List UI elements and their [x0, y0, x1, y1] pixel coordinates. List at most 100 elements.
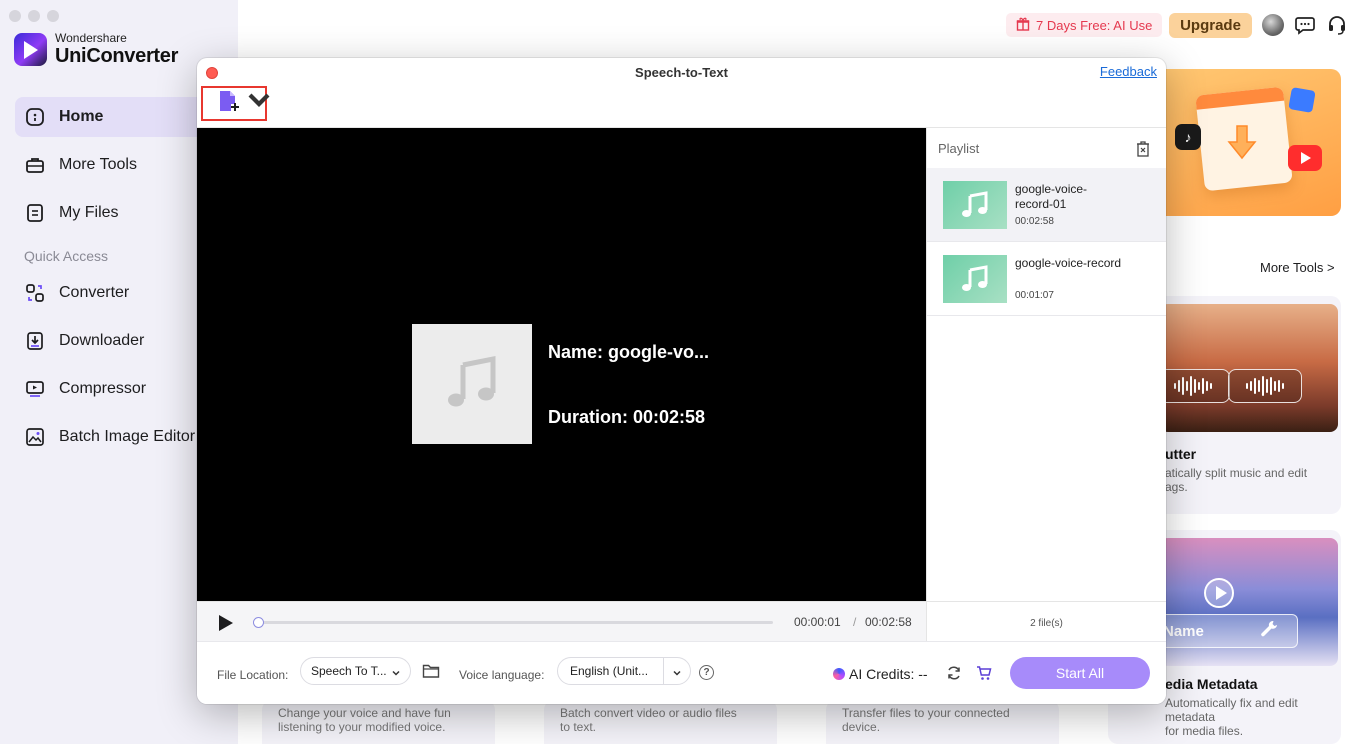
voice-language-value: English (Unit... — [570, 664, 649, 678]
music-note-icon — [962, 191, 988, 217]
media-name: Name: google-vo... — [548, 342, 710, 362]
dialog-title: Speech-to-Text — [635, 65, 728, 80]
music-note-icon — [448, 355, 496, 407]
card-description: Automatically fix and edit metadata for … — [1165, 696, 1298, 738]
music-note-icon — [962, 265, 988, 291]
voice-changer-card[interactable]: Change your voice and have fun listening… — [262, 700, 495, 744]
file-location-value: Speech To T... — [311, 664, 387, 678]
playlist-item[interactable]: google-voice-record-01 00:02:58 — [927, 168, 1166, 242]
card-title: edia Metadata — [1165, 676, 1258, 692]
sidebar-item-compressor[interactable]: Compressor — [15, 369, 225, 409]
promo-text: 7 Days Free: AI Use — [1036, 17, 1153, 33]
chevron-down-icon — [391, 667, 401, 677]
downloader-icon — [25, 331, 45, 351]
media-preview: Name: google-vo... Duration: 00:02:58 — [197, 128, 926, 601]
total-time: 00:02:58 — [865, 615, 912, 629]
start-all-button[interactable]: Start All — [1010, 657, 1150, 689]
chevron-down-icon — [672, 667, 682, 677]
sidebar-item-label: Downloader — [59, 332, 145, 349]
home-icon — [25, 107, 45, 127]
speech-to-text-dialog: Speech-to-Text Feedback Name: google-vo.… — [197, 58, 1166, 704]
help-icon[interactable]: ? — [699, 665, 714, 680]
compressor-icon — [25, 379, 45, 399]
uniconverter-logo-icon — [14, 33, 47, 66]
sidebar-item-label: Compressor — [59, 380, 147, 397]
downloader-promo-banner[interactable]: ♪ — [1150, 69, 1341, 216]
close-window-button[interactable] — [9, 10, 21, 22]
playlist-item-duration: 00:02:58 — [1015, 216, 1054, 227]
zoom-window-button[interactable] — [47, 10, 59, 22]
sidebar-item-converter[interactable]: Converter — [15, 273, 225, 313]
audio-file-thumbnail — [943, 181, 1007, 229]
clear-playlist-icon[interactable] — [1134, 140, 1152, 158]
gift-icon — [1016, 17, 1030, 34]
file-count: 2 file(s) — [927, 601, 1166, 641]
time-separator: / — [853, 615, 857, 629]
file-icon — [25, 203, 45, 223]
sidebar-item-home[interactable]: Home — [15, 97, 225, 137]
user-avatar[interactable] — [1262, 14, 1284, 36]
playlist-item-duration: 00:01:07 — [1015, 290, 1054, 301]
more-tools-link[interactable]: More Tools > — [1260, 260, 1335, 275]
video-clip-icon — [1288, 87, 1316, 113]
add-file-button[interactable] — [201, 86, 270, 121]
waveform-icon — [1228, 369, 1302, 403]
headset-icon[interactable] — [1326, 14, 1348, 36]
sidebar-item-more-tools[interactable]: More Tools — [15, 145, 225, 185]
voice-language-label: Voice language: — [459, 668, 545, 682]
ai-trial-promo[interactable]: 7 Days Free: AI Use — [1006, 13, 1163, 37]
sidebar-item-label: Batch Image Editor — [59, 428, 196, 445]
ai-sparkle-icon — [833, 668, 845, 680]
dialog-footer: File Location: Speech To T... Voice lang… — [197, 641, 1166, 704]
window-controls — [9, 10, 59, 22]
speech-to-text-card[interactable]: Batch convert video or audio files to te… — [544, 700, 777, 744]
play-circle-icon — [1204, 578, 1234, 608]
refresh-icon[interactable] — [946, 665, 962, 681]
select-divider — [663, 658, 664, 684]
sidebar-item-downloader[interactable]: Downloader — [15, 321, 225, 361]
sidebar-item-my-files[interactable]: My Files — [15, 193, 225, 233]
quick-access-label: Quick Access — [24, 248, 109, 264]
card-title: utter — [1165, 446, 1197, 462]
playback-controls: 00:00:01 / 00:02:58 — [197, 601, 926, 641]
seek-bar[interactable] — [255, 621, 773, 624]
media-duration: Duration: 00:02:58 — [548, 407, 706, 427]
mountain-sky-image: Name — [1160, 538, 1338, 666]
chat-icon[interactable] — [1294, 14, 1316, 36]
card-description: atically split music and edit ags. — [1165, 466, 1308, 494]
download-arrow-icon — [1225, 124, 1259, 162]
voice-language-select[interactable]: English (Unit... — [557, 657, 691, 685]
image-editor-icon — [25, 427, 45, 447]
playlist-title: Playlist — [938, 141, 980, 156]
seek-handle[interactable] — [253, 617, 264, 628]
playlist-panel: Playlist google-voice-record-01 00:02:58… — [926, 128, 1166, 641]
brand: Wondershare UniConverter — [14, 32, 178, 67]
folder-icon[interactable] — [422, 663, 440, 679]
sidebar-item-label: Home — [59, 108, 104, 125]
chevron-down-icon — [247, 89, 271, 118]
file-location-select[interactable]: Speech To T... — [300, 657, 411, 685]
current-time: 00:00:01 — [794, 615, 841, 629]
add-file-icon — [217, 89, 241, 118]
metadata-name-overlay: Name — [1160, 614, 1298, 648]
play-icon[interactable] — [219, 615, 233, 631]
sidebar-item-label: Converter — [59, 284, 130, 301]
upgrade-button[interactable]: Upgrade — [1169, 13, 1252, 38]
wrench-icon — [1259, 619, 1279, 643]
file-location-label: File Location: — [217, 668, 289, 682]
cart-icon[interactable] — [976, 665, 992, 681]
sidebar-item-label: More Tools — [59, 156, 137, 173]
sidebar-item-label: My Files — [59, 204, 119, 221]
brand-product: UniConverter — [55, 45, 179, 67]
minimize-window-button[interactable] — [28, 10, 40, 22]
feedback-link[interactable]: Feedback — [1100, 64, 1157, 79]
playlist-item-name: google-voice-record — [1015, 256, 1122, 270]
ai-credits: AI Credits: -- — [849, 666, 928, 682]
playlist-item[interactable]: google-voice-record 00:01:07 — [927, 242, 1166, 316]
transfer-card[interactable]: Transfer files to your connected device. — [826, 700, 1059, 744]
tiktok-icon: ♪ — [1175, 124, 1201, 150]
audio-file-thumbnail — [943, 255, 1007, 303]
sidebar-item-batch-image-editor[interactable]: Batch Image Editor — [15, 417, 225, 457]
converter-icon — [25, 283, 45, 303]
brand-company: Wondershare — [55, 31, 127, 45]
